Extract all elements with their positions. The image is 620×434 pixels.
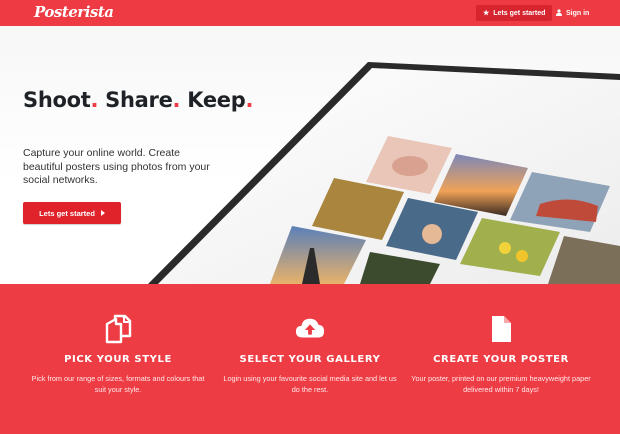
posterista-logo[interactable]: Posterista — [34, 3, 114, 21]
cloud-upload-icon — [295, 318, 325, 338]
feature-text: Pick from our range of sizes, formats an… — [31, 374, 205, 394]
document-icon — [492, 316, 511, 342]
user-icon — [556, 8, 562, 18]
headline-word-shoot: Shoot — [23, 88, 91, 112]
feature-title: SELECT YOUR GALLERY — [239, 354, 381, 365]
feature-select-gallery: SELECT YOUR GALLERY Login using your fav… — [210, 284, 410, 434]
copy-pages-icon — [105, 314, 132, 344]
caret-right-icon — [100, 209, 105, 218]
feature-text: Login using your favourite social media … — [223, 374, 397, 394]
feature-text: Your poster, printed on our premium heav… — [411, 374, 591, 394]
headline-dot: . — [172, 88, 181, 112]
feature-pick-style: PICK YOUR STYLE Pick from our range of s… — [18, 284, 218, 434]
feature-create-poster: CREATE YOUR POSTER Your poster, printed … — [401, 284, 601, 434]
headline-word-share: Share — [105, 88, 173, 112]
features-section: PICK YOUR STYLE Pick from our range of s… — [0, 284, 620, 434]
hero-get-started-label: Lets get started — [39, 208, 95, 218]
hero-headline: Shoot. Share. Keep. — [23, 88, 253, 112]
hero-description: Capture your online world. Create beauti… — [23, 147, 210, 186]
nav-get-started-button[interactable]: ★ Lets get started — [476, 5, 553, 21]
headline-dot: . — [90, 88, 99, 112]
hero-get-started-button[interactable]: Lets get started — [23, 202, 121, 224]
headline-word-keep: Keep — [187, 88, 246, 112]
sign-in-link[interactable]: Sign in — [549, 5, 596, 21]
nav-get-started-label: Lets get started — [493, 9, 546, 17]
headline-dot: . — [245, 88, 254, 112]
feature-title: PICK YOUR STYLE — [64, 354, 172, 365]
star-icon: ★ — [483, 9, 490, 17]
top-navbar: Posterista ★ Lets get started Sign in — [0, 0, 620, 26]
hero-section: Shoot. Share. Keep. Capture your online … — [0, 26, 620, 284]
sign-in-label: Sign in — [566, 9, 590, 17]
feature-title: CREATE YOUR POSTER — [433, 354, 569, 365]
